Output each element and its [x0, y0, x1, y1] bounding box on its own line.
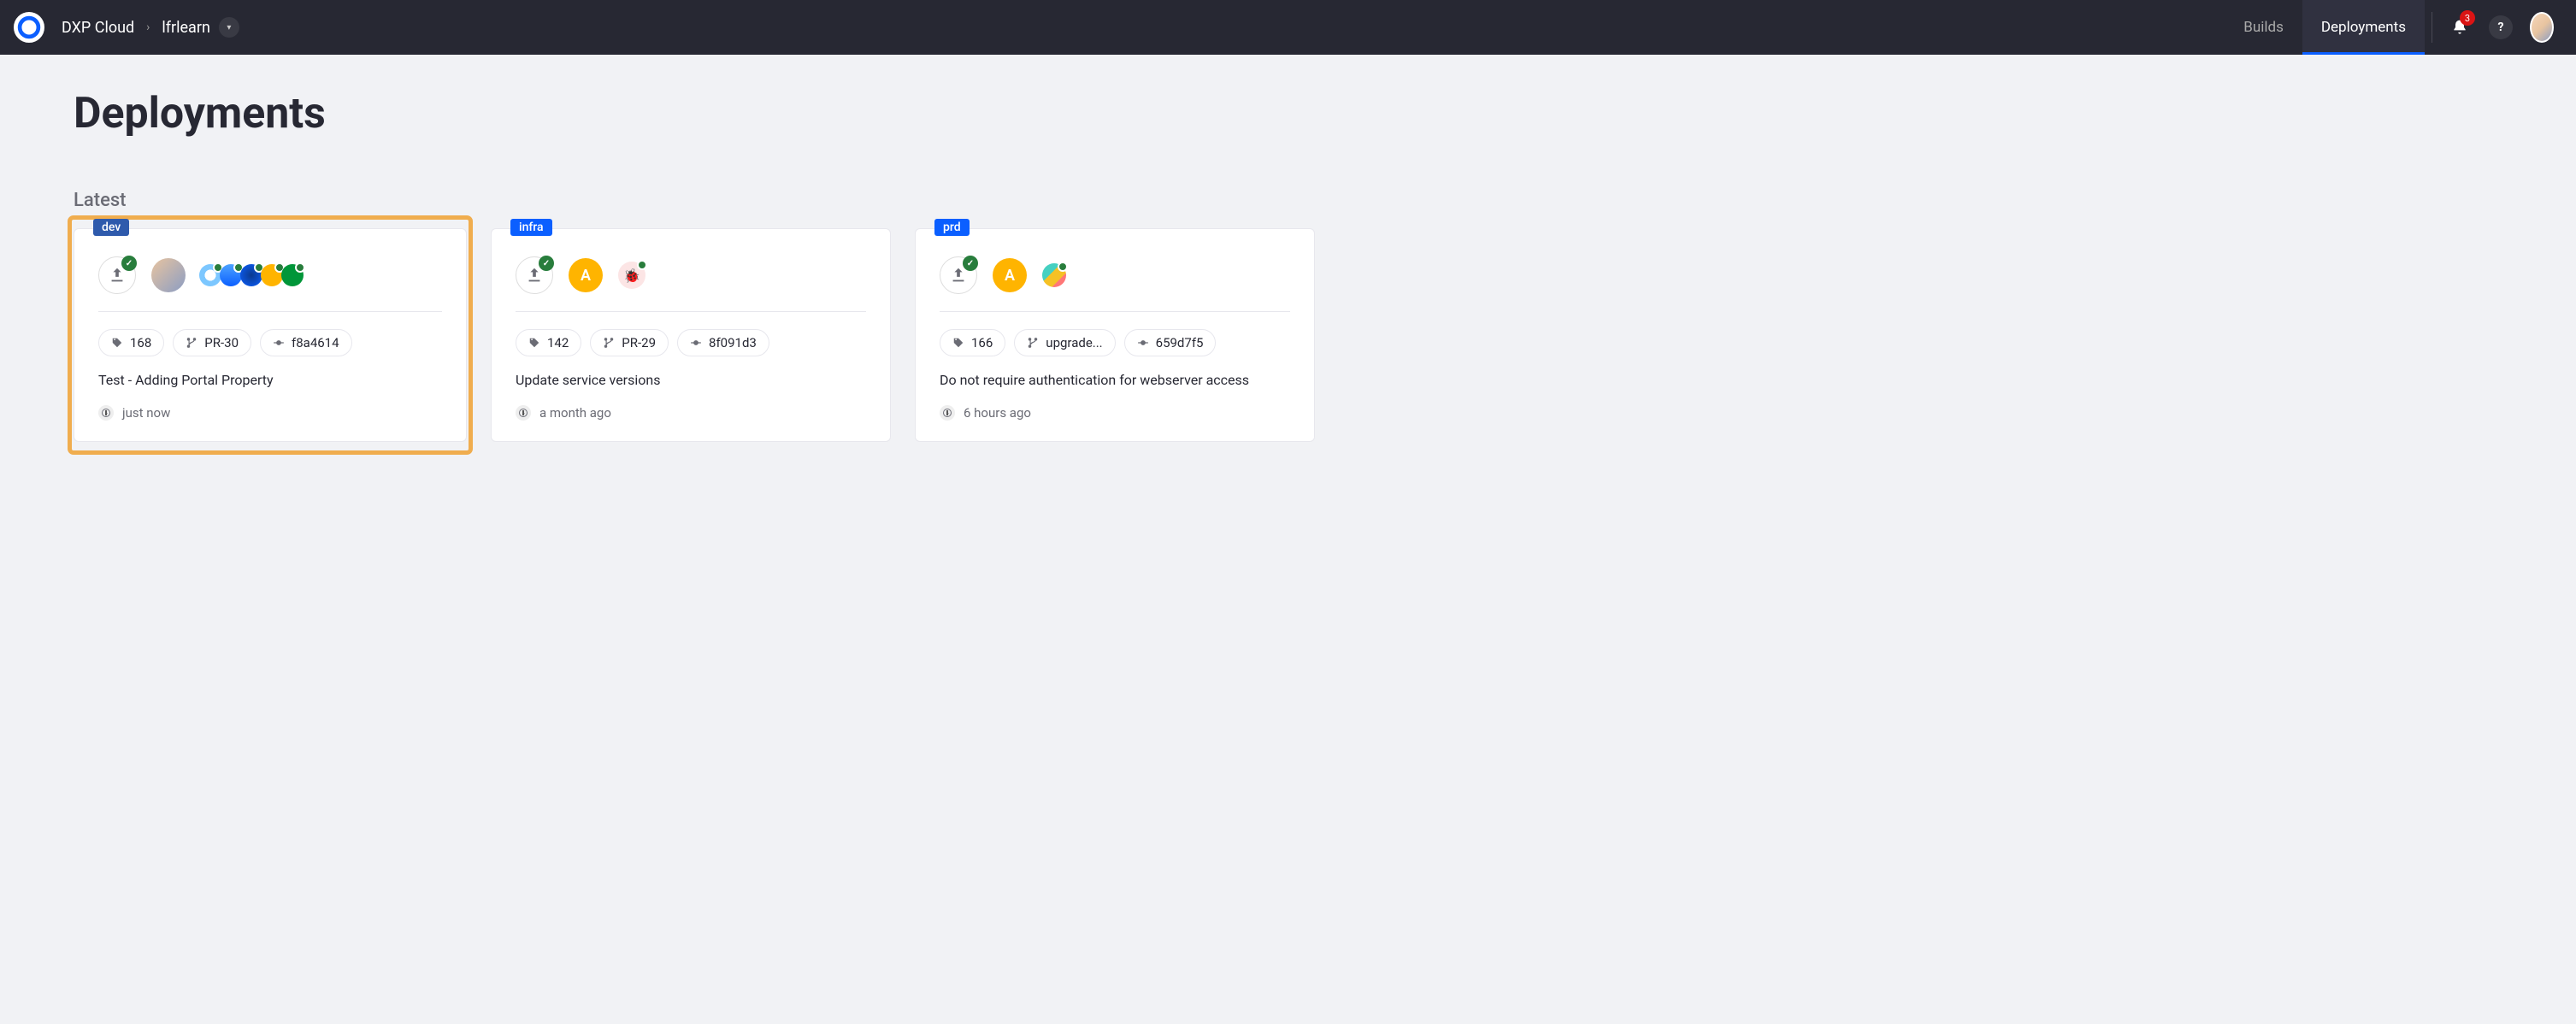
commit-hash: f8a4614: [292, 335, 339, 350]
help-icon: ?: [2489, 15, 2513, 39]
commit-icon: [1137, 337, 1149, 349]
deploy-status-icon: [98, 256, 136, 294]
section-title: Latest: [74, 190, 2502, 211]
clock-icon: [940, 405, 955, 421]
user-menu[interactable]: [2521, 0, 2562, 55]
deployment-card-highlight: dev: [70, 218, 470, 452]
service-icon: [220, 264, 242, 286]
service-icon: [240, 264, 262, 286]
deployment-card[interactable]: dev: [74, 228, 467, 442]
commit-hash: 8f091d3: [709, 335, 757, 350]
chips-row: 166 upgrade... 659d7f5: [940, 329, 1290, 356]
chips-row: 142 PR-29 8f091d3: [516, 329, 866, 356]
user-avatar: [2530, 12, 2554, 43]
service-icon: [618, 262, 645, 289]
tag-icon: [111, 337, 123, 349]
branch-chip[interactable]: upgrade...: [1014, 329, 1115, 356]
branch-chip[interactable]: PR-30: [173, 329, 251, 356]
build-chip[interactable]: 168: [98, 329, 164, 356]
page-body: Deployments Latest dev: [0, 55, 2576, 476]
env-tag: infra: [510, 219, 552, 236]
commit-chip[interactable]: 659d7f5: [1124, 329, 1217, 356]
author-avatar: [151, 258, 186, 292]
service-icon: [199, 264, 221, 286]
nav-right: Builds Deployments 3 ?: [2225, 0, 2562, 55]
branch-name: PR-29: [622, 335, 656, 350]
tab-deployments[interactable]: Deployments: [2302, 0, 2425, 55]
service-icons: [201, 264, 304, 286]
commit-icon: [273, 337, 285, 349]
timestamp-row: a month ago: [516, 405, 866, 421]
top-navbar: DXP Cloud › lfrlearn ▾ Builds Deployment…: [0, 0, 2576, 55]
service-icon: [1042, 263, 1066, 287]
notification-badge: 3: [2460, 10, 2475, 26]
commit-message: Test - Adding Portal Property: [98, 372, 442, 388]
service-icon: [281, 264, 304, 286]
tab-builds[interactable]: Builds: [2225, 0, 2302, 55]
commit-chip[interactable]: 8f091d3: [677, 329, 769, 356]
build-chip[interactable]: 166: [940, 329, 1005, 356]
build-number: 142: [547, 335, 569, 350]
deploy-status-icon: [516, 256, 553, 294]
branch-name: upgrade...: [1046, 335, 1102, 350]
breadcrumb: DXP Cloud › lfrlearn ▾: [62, 17, 239, 38]
commit-icon: [690, 337, 702, 349]
help-button[interactable]: ?: [2480, 0, 2521, 55]
status-success-icon: [963, 256, 978, 271]
branch-icon: [186, 337, 197, 349]
status-success-icon: [121, 256, 137, 271]
timestamp-row: 6 hours ago: [940, 405, 1290, 421]
timestamp: just now: [122, 405, 170, 421]
branch-icon: [1027, 337, 1039, 349]
timestamp: 6 hours ago: [964, 405, 1031, 421]
author-avatar: A: [569, 258, 603, 292]
branch-chip[interactable]: PR-29: [590, 329, 669, 356]
timestamp-row: just now: [98, 405, 442, 421]
branch-icon: [603, 337, 615, 349]
breadcrumb-project[interactable]: lfrlearn: [162, 19, 210, 37]
author-avatar: A: [993, 258, 1027, 292]
card-header: A: [940, 246, 1290, 312]
commit-chip[interactable]: f8a4614: [260, 329, 352, 356]
notifications-button[interactable]: 3: [2439, 0, 2480, 55]
deployment-card-wrap: infra A 142 PR-29: [491, 228, 891, 442]
build-number: 168: [130, 335, 151, 350]
env-tag: dev: [93, 219, 129, 236]
chips-row: 168 PR-30 f8a4614: [98, 329, 442, 356]
branch-name: PR-30: [204, 335, 239, 350]
commit-hash: 659d7f5: [1156, 335, 1204, 350]
status-success-icon: [539, 256, 554, 271]
build-number: 166: [971, 335, 993, 350]
chevron-right-icon: ›: [146, 21, 150, 34]
deployment-card-wrap: prd A 166 upgrade...: [915, 228, 1315, 442]
breadcrumb-product[interactable]: DXP Cloud: [62, 19, 134, 37]
card-header: A: [516, 246, 866, 312]
timestamp: a month ago: [539, 405, 611, 421]
deployment-card[interactable]: infra A 142 PR-29: [491, 228, 891, 442]
deployment-card[interactable]: prd A 166 upgrade...: [915, 228, 1315, 442]
brand-logo[interactable]: [14, 12, 44, 43]
commit-message: Do not require authentication for webser…: [940, 372, 1290, 388]
clock-icon: [98, 405, 114, 421]
page-title: Deployments: [74, 89, 2502, 138]
cards-row: dev: [74, 228, 2502, 442]
tag-icon: [528, 337, 540, 349]
clock-icon: [516, 405, 531, 421]
service-icon: [261, 264, 283, 286]
commit-message: Update service versions: [516, 372, 866, 388]
env-tag: prd: [934, 219, 970, 236]
tag-icon: [952, 337, 964, 349]
card-header: [98, 246, 442, 312]
deploy-status-icon: [940, 256, 977, 294]
project-dropdown-icon[interactable]: ▾: [219, 17, 239, 38]
build-chip[interactable]: 142: [516, 329, 581, 356]
